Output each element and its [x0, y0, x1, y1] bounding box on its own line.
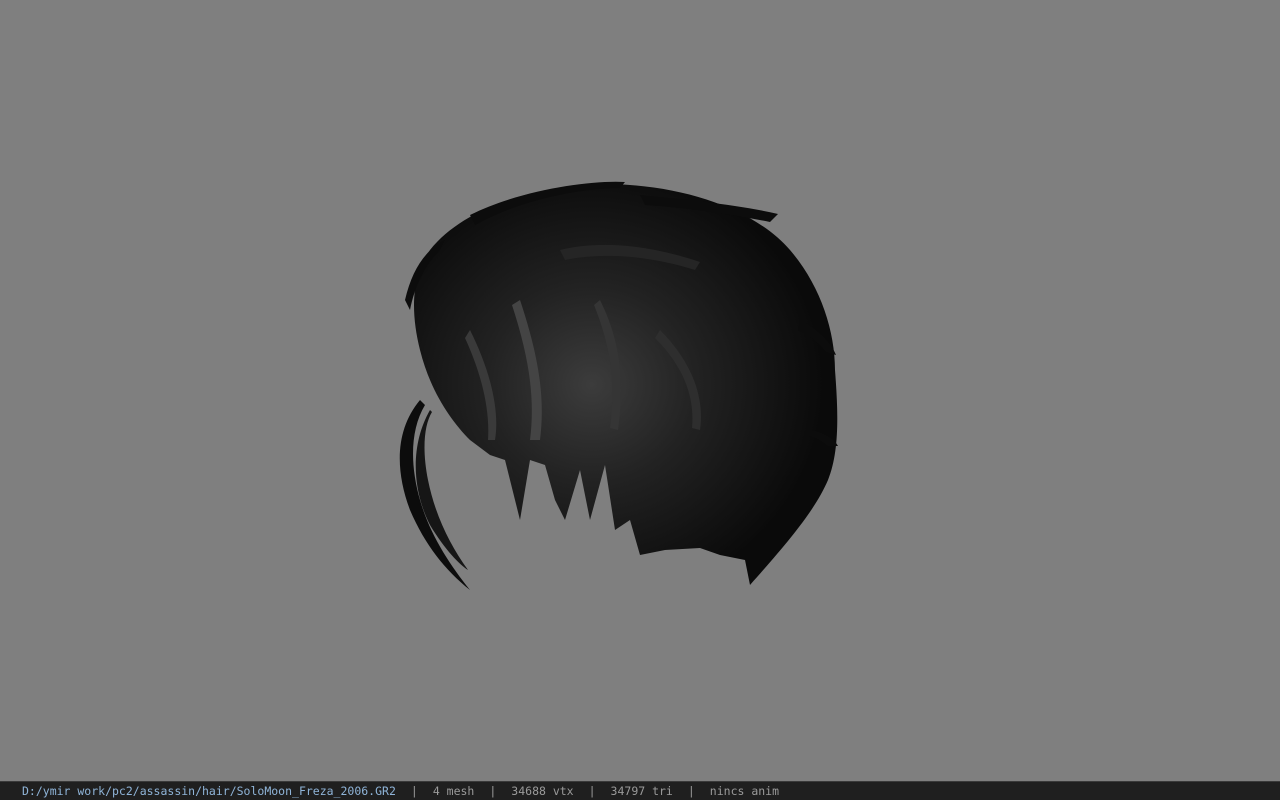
status-bar: D:/ymir work/pc2/assassin/hair/SoloMoon_… [0, 781, 1280, 800]
mesh-count: 4 mesh [432, 784, 475, 798]
separator: | [588, 784, 596, 798]
triangle-count: 34797 tri [610, 784, 673, 798]
file-path: D:/ymir work/pc2/assassin/hair/SoloMoon_… [22, 784, 396, 798]
separator: | [489, 784, 497, 798]
separator: | [687, 784, 695, 798]
anim-status: nincs anim [709, 784, 780, 798]
hair-mass [414, 184, 838, 585]
vertex-count: 34688 vtx [511, 784, 574, 798]
hair-model-render[interactable] [0, 0, 1280, 781]
3d-viewport[interactable] [0, 0, 1280, 781]
separator: | [410, 784, 418, 798]
